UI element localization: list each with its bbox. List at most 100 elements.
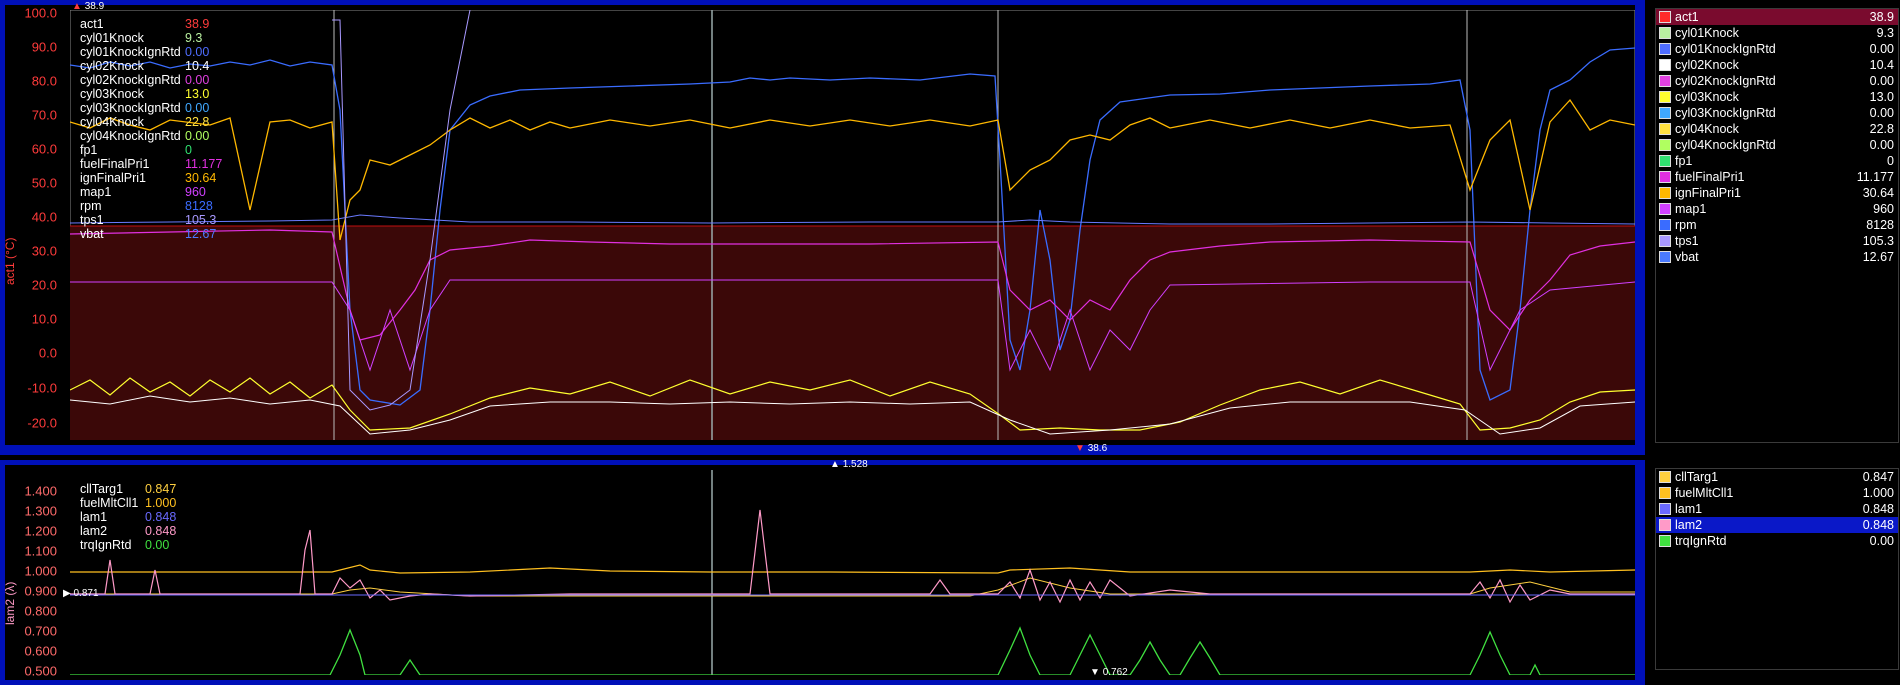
channel-row[interactable]: lam1 0.848 [1656,501,1898,517]
legend-name: fuelFinalPri1 [80,157,150,171]
legend-value: 11.177 [185,157,223,171]
y-tick: 90.0 [31,39,57,55]
legend-name: tps1 [80,213,104,227]
top-max-marker: ▲ 38.9 [72,1,104,12]
color-swatch [1659,487,1671,499]
color-swatch [1659,235,1671,247]
top-chart-area[interactable]: 100.0 90.0 80.0 70.0 60.0 50.0 40.0 30.0… [3,1,1635,454]
legend-row: vbat 12.67 [80,227,230,241]
legend-row: cyl02Knock 10.4 [80,59,230,73]
color-swatch [1659,27,1671,39]
channel-value: 0.00 [1869,42,1894,56]
color-swatch [1659,11,1671,23]
channel-name: cyl02KnockIgnRtd [1675,74,1776,88]
triangle-right-icon: ▶ [63,588,71,599]
color-swatch [1659,503,1671,515]
legend-value: 22.8 [185,115,210,129]
channel-row[interactable]: cyl01Knock 9.3 [1656,25,1898,41]
y-tick: 60.0 [31,141,57,157]
color-swatch [1659,171,1671,183]
channel-row[interactable]: cllTarg1 0.847 [1656,469,1898,485]
color-swatch [1659,43,1671,55]
channel-row-act1[interactable]: act1 38.9 [1656,9,1898,25]
channel-name: cllTarg1 [1675,470,1719,484]
channel-row[interactable]: cyl04Knock 22.8 [1656,121,1898,137]
color-swatch [1659,107,1671,119]
color-swatch [1659,203,1671,215]
channel-value: 0.847 [1862,470,1894,484]
legend-name: act1 [80,17,104,31]
channel-row[interactable]: fp1 0 [1656,153,1898,169]
channel-row[interactable]: cyl01KnockIgnRtd 0.00 [1656,41,1898,57]
legend-row: fp1 0 [80,143,230,157]
legend-value: 105.3 [185,213,217,227]
legend-value: 30.64 [185,171,217,185]
channel-row[interactable]: fuelFinalPri1 11.177 [1656,169,1898,185]
legend-row: fuelFinalPri1 11.177 [80,157,230,171]
channel-row[interactable]: fuelMltCll1 1.000 [1656,485,1898,501]
channel-value: 0.848 [1862,502,1894,516]
triangle-up-icon: ▲ [72,1,82,12]
top-chart-svg[interactable] [70,10,1635,440]
top-max-value: 38.9 [84,1,105,12]
channel-row[interactable]: trqIgnRtd 0.00 [1656,533,1898,549]
channel-row[interactable]: ignFinalPri1 30.64 [1656,185,1898,201]
legend-value: 38.9 [185,17,210,31]
channel-row[interactable]: map1 960 [1656,201,1898,217]
color-swatch [1659,471,1671,483]
legend-row: cyl03Knock 13.0 [80,87,230,101]
legend-name: trqIgnRtd [80,538,132,552]
bottom-channel-list[interactable]: cllTarg1 0.847 fuelMltCll1 1.000 lam1 0.848… [1655,468,1899,670]
channel-row[interactable]: cyl02KnockIgnRtd 0.00 [1656,73,1898,89]
legend-name: cyl04Knock [80,115,144,129]
y-tick: 20.0 [31,277,57,293]
channel-value: 960 [1873,202,1894,216]
color-swatch [1659,535,1671,547]
legend-value: 10.4 [185,59,210,73]
y-tick: 0.0 [38,345,57,361]
channel-row[interactable]: cyl03KnockIgnRtd 0.00 [1656,105,1898,121]
channel-value: 30.64 [1862,186,1894,200]
channel-name: fp1 [1675,154,1693,168]
legend-name: rpm [80,199,102,213]
legend-name: cyl03KnockIgnRtd [80,101,181,115]
legend-name: cllTarg1 [80,482,124,496]
channel-value: 13.0 [1869,90,1894,104]
channel-row[interactable]: cyl04KnockIgnRtd 0.00 [1656,137,1898,153]
channel-name: ignFinalPri1 [1675,186,1742,200]
channel-row[interactable]: vbat 12.67 [1656,249,1898,265]
legend-row: cyl01Knock 9.3 [80,31,230,45]
legend-row: cyl04KnockIgnRtd 0.00 [80,129,230,143]
channel-value: 22.8 [1869,122,1894,136]
bottom-inline-legend: cllTarg1 0.847 fuelMltCll1 1.000 lam1 0.848… [80,482,200,552]
channel-name: lam1 [1675,502,1703,516]
channel-row[interactable]: tps1 105.3 [1656,233,1898,249]
bottom-chart-area[interactable]: 1.400 1.300 1.200 1.100 1.000 0.900 0.80… [3,459,1635,680]
legend-value: 0.00 [145,538,170,552]
channel-value: 0.00 [1869,106,1894,120]
y-tick: 1.400 [24,483,57,499]
legend-name: fuelMltCll1 [80,496,139,510]
legend-name: cyl04KnockIgnRtd [80,129,181,143]
channel-value: 0.00 [1869,534,1894,548]
legend-name: map1 [80,185,112,199]
triangle-down-icon: ▼ [1090,667,1100,678]
channel-row-lam2[interactable]: lam2 0.848 [1656,517,1898,533]
y-tick: 0.500 [24,663,57,679]
channel-value: 8128 [1866,218,1894,232]
channel-name: cyl02Knock [1675,58,1739,72]
legend-name: cyl02KnockIgnRtd [80,73,181,87]
channel-row[interactable]: rpm 8128 [1656,217,1898,233]
bottom-chart-svg[interactable] [70,470,1635,675]
legend-value: 13.0 [185,87,210,101]
channel-row[interactable]: cyl02Knock 10.4 [1656,57,1898,73]
color-swatch [1659,59,1671,71]
channel-row[interactable]: cyl03Knock 13.0 [1656,89,1898,105]
legend-row: rpm 8128 [80,199,230,213]
top-channel-list[interactable]: act1 38.9 cyl01Knock 9.3 cyl01KnockIgnRtd 0… [1655,8,1899,443]
legend-value: 0.847 [145,482,177,496]
legend-row: trqIgnRtd 0.00 [80,538,200,552]
y-tick: 50.0 [31,175,57,191]
y-tick: 70.0 [31,107,57,123]
color-swatch [1659,75,1671,87]
